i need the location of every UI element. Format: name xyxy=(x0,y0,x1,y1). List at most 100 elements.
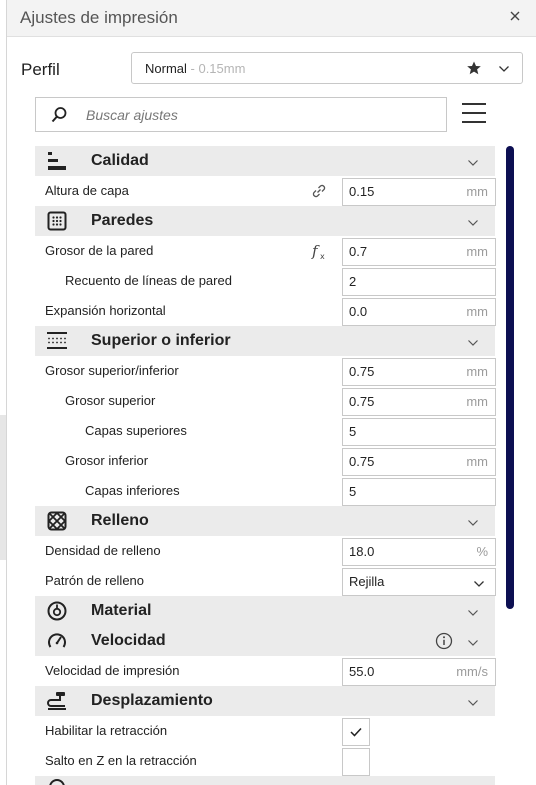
field-unit: mm/s xyxy=(456,664,488,679)
search-icon xyxy=(50,106,68,124)
profile-name: Normal - 0.15mm xyxy=(145,61,246,76)
field-unit: mm xyxy=(466,244,488,259)
category-next-partial xyxy=(35,776,495,785)
setting-row: Expansión horizontal 0.0 mm xyxy=(35,296,496,326)
field-value: 55.0 xyxy=(349,664,375,679)
field-value: 0.0 xyxy=(349,304,368,319)
close-icon[interactable] xyxy=(505,6,525,26)
field-value: 18.0 xyxy=(349,544,375,559)
scrollbar-thumb[interactable] xyxy=(506,146,514,609)
svg-text:x: x xyxy=(320,252,325,260)
setting-label: Habilitar la retracción xyxy=(45,723,168,738)
top-layers-field[interactable]: 5 xyxy=(342,418,496,446)
setting-row: Grosor superior 0.75 mm xyxy=(35,386,496,416)
walls-icon xyxy=(47,211,67,231)
category-calidad[interactable]: Calidad xyxy=(35,146,495,176)
field-value: 0.7 xyxy=(349,244,368,259)
setting-row: Altura de capa 0.15 mm xyxy=(35,176,496,206)
chevron-down-icon xyxy=(467,696,479,708)
category-relleno[interactable]: Relleno xyxy=(35,506,495,536)
field-value: 0.75 xyxy=(349,364,375,379)
field-unit: mm xyxy=(466,304,488,319)
category-material[interactable]: Material xyxy=(35,596,495,626)
category-superior-inferior[interactable]: Superior o inferior xyxy=(35,326,495,356)
bottom-thickness-field[interactable]: 0.75 mm xyxy=(342,448,496,476)
setting-label: Expansión horizontal xyxy=(45,303,166,318)
field-value: 0.15 xyxy=(349,184,375,199)
function-icon[interactable]: fx xyxy=(310,242,328,261)
chevron-down-icon xyxy=(467,636,479,648)
chevron-down-icon xyxy=(473,577,485,589)
setting-row: Grosor superior/inferior 0.75 mm xyxy=(35,356,496,386)
retraction-checkbox[interactable] xyxy=(342,718,370,746)
setting-row: Recuento de líneas de pared 2 xyxy=(35,266,496,296)
dropdown-value: Rejilla xyxy=(349,574,385,589)
category-velocidad[interactable]: Velocidad xyxy=(35,626,495,656)
info-icon[interactable] xyxy=(435,632,453,650)
wall-line-count-field[interactable]: 2 xyxy=(342,268,496,296)
chevron-down-icon xyxy=(467,516,479,528)
setting-label: Patrón de relleno xyxy=(45,573,145,588)
setting-row: Capas inferiores 5 xyxy=(35,476,496,506)
category-paredes[interactable]: Paredes xyxy=(35,206,495,236)
setting-label: Grosor de la pared xyxy=(45,243,154,258)
profile-dropdown[interactable]: Normal - 0.15mm xyxy=(131,52,523,84)
field-unit: mm xyxy=(466,454,488,469)
setting-label: Recuento de líneas de pared xyxy=(65,273,232,288)
quality-icon xyxy=(47,151,67,171)
setting-label: Salto en Z en la retracción xyxy=(45,753,197,768)
settings-menu-icon[interactable] xyxy=(462,103,486,125)
partial-icon xyxy=(49,779,65,785)
infill-density-field[interactable]: 18.0 % xyxy=(342,538,496,566)
print-settings-panel: Ajustes de impresión Perfil Normal - 0.1… xyxy=(6,0,536,785)
search-box[interactable] xyxy=(35,97,447,132)
horizontal-expansion-field[interactable]: 0.0 mm xyxy=(342,298,496,326)
setting-row: Patrón de relleno Rejilla xyxy=(35,566,496,596)
setting-row: Grosor inferior 0.75 mm xyxy=(35,446,496,476)
category-label: Velocidad xyxy=(91,632,166,649)
field-unit: % xyxy=(476,544,488,559)
chevron-down-icon xyxy=(467,216,479,228)
wall-thickness-field[interactable]: 0.7 mm xyxy=(342,238,496,266)
chevron-down-icon xyxy=(467,156,479,168)
field-value: 2 xyxy=(349,274,357,289)
field-unit: mm xyxy=(466,184,488,199)
top-bottom-icon xyxy=(47,331,67,351)
checkmark-icon xyxy=(350,727,362,737)
field-value: 5 xyxy=(349,484,357,499)
setting-row: Salto en Z en la retracción xyxy=(35,746,495,776)
infill-pattern-dropdown[interactable]: Rejilla xyxy=(342,568,496,596)
settings-list: Calidad Altura de capa 0.15 mm Paredes G… xyxy=(35,146,496,785)
title-bar: Ajustes de impresión xyxy=(7,0,536,37)
travel-icon xyxy=(47,691,67,711)
field-value: 0.75 xyxy=(349,454,375,469)
bottom-layers-field[interactable]: 5 xyxy=(342,478,496,506)
layer-height-field[interactable]: 0.15 mm xyxy=(342,178,496,206)
infill-icon xyxy=(47,511,67,531)
setting-row: Densidad de relleno 18.0 % xyxy=(35,536,496,566)
category-desplazamiento[interactable]: Desplazamiento xyxy=(35,686,495,716)
setting-label: Grosor inferior xyxy=(65,453,149,468)
setting-row: Grosor de la pared fx 0.7 mm xyxy=(35,236,496,266)
setting-label: Grosor superior xyxy=(65,393,156,408)
setting-label: Densidad de relleno xyxy=(45,543,161,558)
z-hop-checkbox[interactable] xyxy=(342,748,370,776)
chevron-down-icon xyxy=(467,606,479,618)
speedometer-icon xyxy=(47,631,67,651)
field-unit: mm xyxy=(466,394,488,409)
print-speed-field[interactable]: 55.0 mm/s xyxy=(342,658,496,686)
star-icon[interactable] xyxy=(466,60,482,76)
setting-label: Capas superiores xyxy=(85,423,187,438)
setting-row: Capas superiores 5 xyxy=(35,416,496,446)
top-bottom-thickness-field[interactable]: 0.75 mm xyxy=(342,358,496,386)
category-label: Desplazamiento xyxy=(91,692,213,709)
setting-row: Velocidad de impresión 55.0 mm/s xyxy=(35,656,496,686)
search-input[interactable] xyxy=(84,104,428,126)
field-value: 5 xyxy=(349,424,357,439)
window-title: Ajustes de impresión xyxy=(20,8,178,27)
top-thickness-field[interactable]: 0.75 mm xyxy=(342,388,496,416)
field-unit: mm xyxy=(466,364,488,379)
field-value: 0.75 xyxy=(349,394,375,409)
link-icon[interactable] xyxy=(310,182,328,200)
setting-label: Grosor superior/inferior xyxy=(45,363,179,378)
